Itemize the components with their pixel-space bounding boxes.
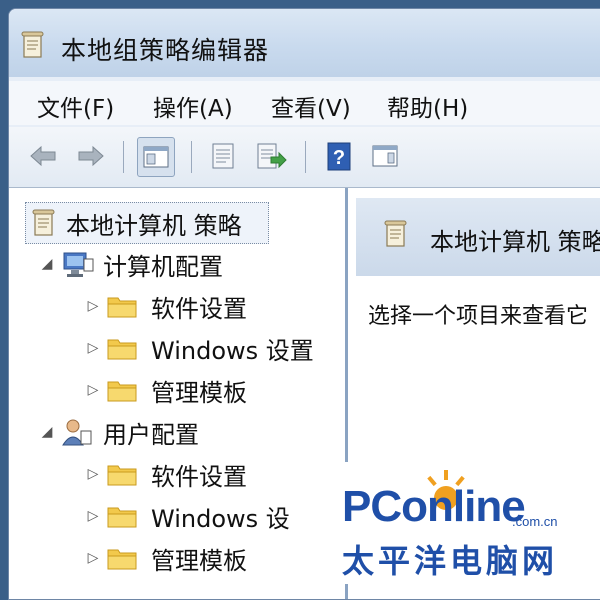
tree-item-label: 软件设置 (151, 294, 247, 323)
title-bar[interactable]: 本地组策略编辑器 (9, 9, 600, 77)
pconline-cn-name: 太平洋电脑网 (342, 542, 559, 580)
expanded-arrow-icon[interactable]: ◢ (39, 424, 55, 440)
expanded-arrow-icon[interactable]: ◢ (39, 256, 55, 272)
toolbar: ? (9, 127, 600, 188)
help-icon[interactable]: ? (321, 137, 357, 175)
folder-icon (107, 339, 137, 360)
tree-item-label: 管理模板 (151, 378, 247, 407)
toolbar-separator (191, 141, 192, 173)
tree-item-windows-settings[interactable]: ▷ Windows 设 (85, 496, 290, 536)
folder-icon (107, 297, 137, 318)
pconline-domain: .com.cn (512, 514, 558, 529)
tree-item-label: Windows 设置 (151, 336, 314, 365)
details-title: 本地计算机 策略 (430, 228, 600, 256)
policy-document-icon (32, 209, 55, 236)
toolbar-separator (123, 141, 124, 173)
tree-root-label: 本地计算机 策略 (66, 211, 242, 240)
toolbar-separator (305, 141, 306, 173)
details-header: 本地计算机 策略 (356, 198, 600, 276)
tree-item-label: 计算机配置 (103, 252, 223, 281)
tree-item-computer-config[interactable]: ◢ 计算机配置 (39, 244, 223, 284)
folder-icon (107, 507, 137, 528)
tree-item-user-config[interactable]: ◢ 用户配置 (39, 412, 199, 452)
properties-icon[interactable] (205, 137, 241, 175)
svg-text:?: ? (333, 147, 345, 169)
tree-root[interactable]: 本地计算机 策略 (25, 202, 269, 244)
folder-icon (107, 549, 137, 570)
tree-item-software-settings[interactable]: ▷ 软件设置 (85, 286, 247, 326)
pconline-watermark: PConline .com.cn 太平洋电脑网 (300, 462, 600, 584)
collapsed-arrow-icon[interactable]: ▷ (85, 340, 101, 356)
menu-file[interactable]: 文件(F) (37, 89, 114, 123)
tree-item-software-settings[interactable]: ▷ 软件设置 (85, 454, 247, 494)
tree-item-admin-templates[interactable]: ▷ 管理模板 (85, 370, 247, 410)
menu-bar: 文件(F) 操作(A) 查看(V) 帮助(H) (9, 81, 600, 125)
details-hint: 选择一个项目来查看它 (368, 304, 589, 329)
policy-document-icon (21, 31, 44, 58)
folder-icon (107, 381, 137, 402)
show-hide-tree-icon (143, 146, 169, 168)
show-hide-tree-button[interactable] (137, 137, 175, 177)
collapsed-arrow-icon[interactable]: ▷ (85, 382, 101, 398)
tree-item-admin-templates[interactable]: ▷ 管理模板 (85, 538, 247, 578)
menu-action[interactable]: 操作(A) (153, 89, 233, 123)
user-config-icon (62, 419, 92, 446)
menu-view[interactable]: 查看(V) (271, 89, 351, 123)
collapsed-arrow-icon[interactable]: ▷ (85, 466, 101, 482)
collapsed-arrow-icon[interactable]: ▷ (85, 550, 101, 566)
back-arrow-icon[interactable] (25, 137, 61, 175)
export-list-icon[interactable] (253, 137, 289, 175)
tree-item-label: 软件设置 (151, 462, 247, 491)
pconline-logo-text: PConline (342, 482, 526, 531)
forward-arrow-icon[interactable] (73, 137, 109, 175)
tree-item-windows-settings[interactable]: ▷ Windows 设置 (85, 328, 314, 368)
window-title: 本地组策略编辑器 (61, 36, 270, 65)
folder-icon (107, 465, 137, 486)
computer-config-icon (63, 252, 94, 277)
tree-item-label: 管理模板 (151, 546, 247, 575)
tree-pane: 本地计算机 策略 ◢ 计算机配置 ▷ 软件设置 ▷ Windows 设置 ▷ 管… (9, 188, 348, 599)
tree-item-label: 用户配置 (103, 420, 199, 449)
collapsed-arrow-icon[interactable]: ▷ (85, 508, 101, 524)
tree-item-label: Windows 设 (151, 504, 290, 533)
policy-document-icon (384, 220, 407, 247)
extended-view-icon[interactable] (367, 137, 403, 175)
collapsed-arrow-icon[interactable]: ▷ (85, 298, 101, 314)
menu-help[interactable]: 帮助(H) (387, 89, 468, 123)
